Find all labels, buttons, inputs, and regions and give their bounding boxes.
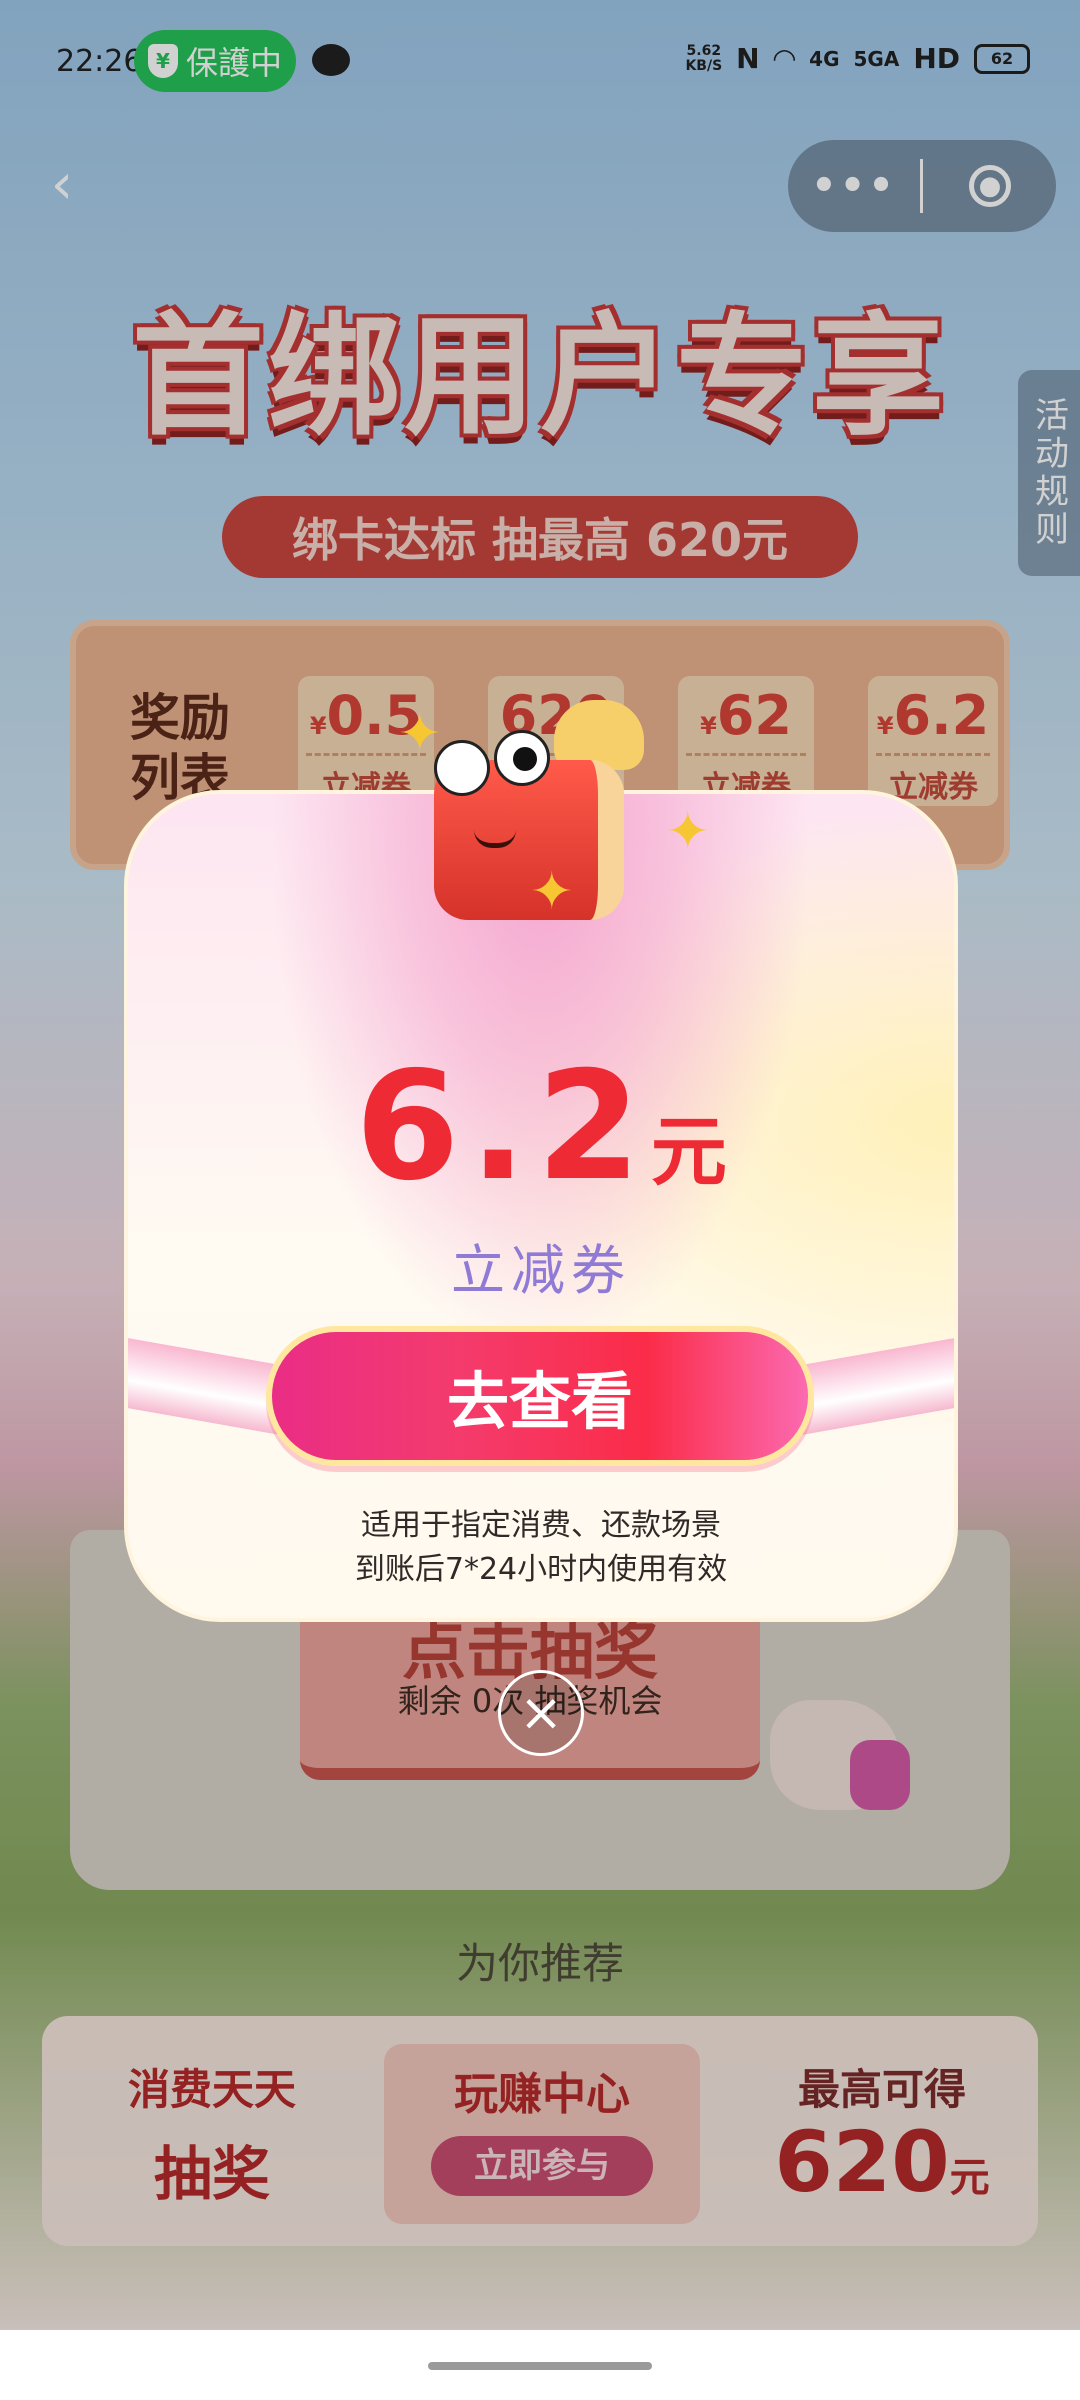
- system-nav-bar: [0, 2330, 1080, 2400]
- close-x-icon[interactable]: ×: [498, 1670, 584, 1756]
- coupon-note: 适用于指定消费、还款场景 到账后7*24小时内使用有效: [124, 1504, 958, 1592]
- coupon-note-line1: 适用于指定消费、还款场景: [361, 1508, 721, 1543]
- home-indicator[interactable]: [428, 2362, 652, 2370]
- sparkle-icon: ✦: [530, 862, 574, 922]
- coupon-amount-value: 6.2: [355, 1040, 651, 1214]
- coupon-amount: 6.2元: [124, 1040, 958, 1214]
- sparkle-icon: ✦: [398, 704, 442, 764]
- view-coupon-button[interactable]: 去查看: [266, 1326, 814, 1466]
- sparkle-icon: ✦: [666, 802, 710, 862]
- coupon-amount-unit: 元: [650, 1107, 727, 1196]
- coupon-type-label: 立减券: [451, 1239, 631, 1302]
- coupon-note-line2: 到账后7*24小时内使用有效: [354, 1552, 728, 1587]
